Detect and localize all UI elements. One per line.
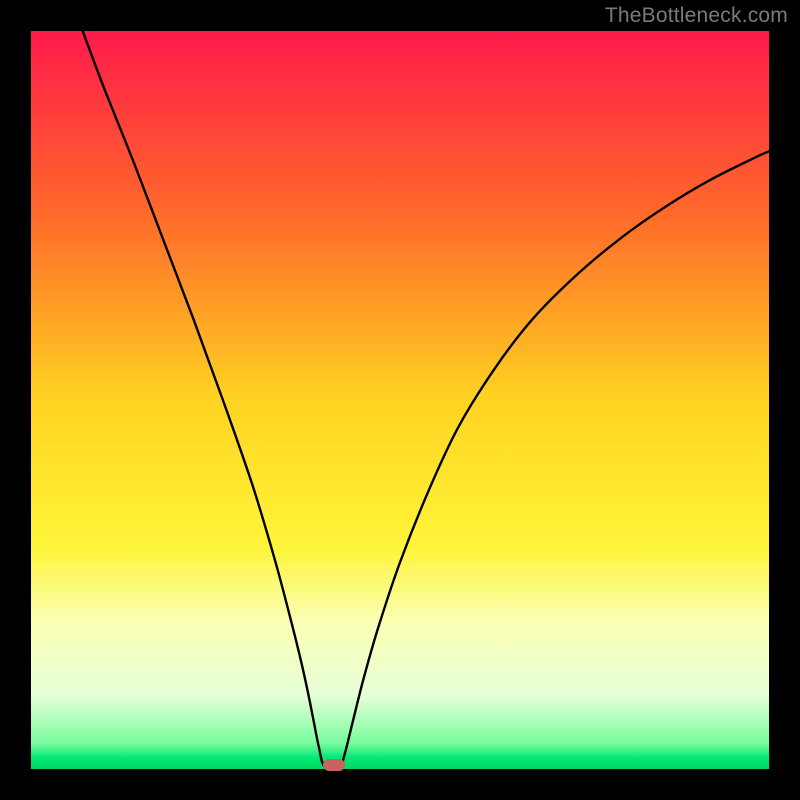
optimal-marker <box>323 759 345 771</box>
watermark-text: TheBottleneck.com <box>605 4 788 28</box>
plot-area <box>31 31 769 769</box>
gradient-background <box>31 31 769 769</box>
chart-frame: TheBottleneck.com <box>0 0 800 800</box>
